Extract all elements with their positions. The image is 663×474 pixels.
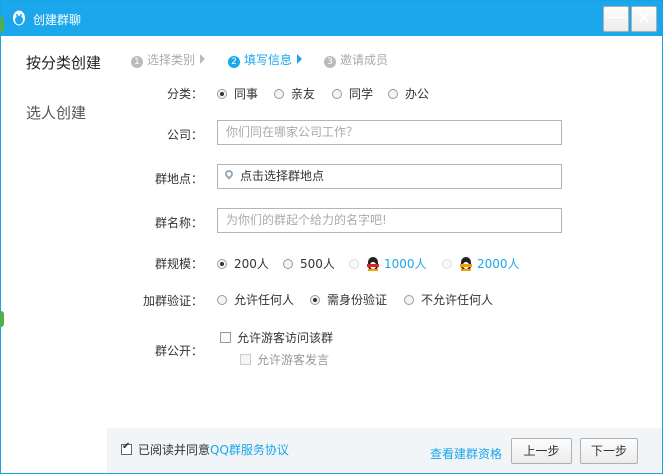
step-1: 1 选择类别 xyxy=(131,51,206,68)
checkbox-icon xyxy=(240,354,251,365)
scale-option-label: 200人 xyxy=(234,257,269,271)
prev-button[interactable]: 上一步 xyxy=(511,438,572,464)
qq-penguin-icon xyxy=(13,10,25,26)
verify-label: 加群验证： xyxy=(142,294,203,308)
allow-visitor-speak-checkbox[interactable]: 允许游客发言 xyxy=(240,351,329,368)
verify-option-label: 不允许任何人 xyxy=(421,293,494,307)
step-indicator-2: 2 填写信息 xyxy=(228,51,303,68)
radio-icon xyxy=(349,258,359,269)
scale-option-label: 500人 xyxy=(300,257,335,271)
group-name-input[interactable]: 为你们的群起个给力的名字吧! xyxy=(217,208,562,233)
radio-icon xyxy=(274,88,284,99)
category-option-label: 同事 xyxy=(234,87,259,101)
category-option-label: 办公 xyxy=(405,87,430,101)
category-option-family[interactable]: 亲友 xyxy=(274,85,315,102)
side-accent-bottom xyxy=(0,311,4,327)
category-option-label: 同学 xyxy=(349,87,374,101)
public-label: 群公开： xyxy=(154,344,203,358)
step-2-label: 填写信息 xyxy=(244,53,293,67)
step-2-number: 2 xyxy=(228,56,240,68)
location-pin-icon xyxy=(223,168,235,180)
step-indicator: 1 选择类别 xyxy=(131,51,206,68)
radio-icon xyxy=(404,294,414,305)
agree-text: 已阅读并同意 xyxy=(138,443,211,457)
step-3: 3 邀请成员 xyxy=(324,51,388,68)
agree-checkbox[interactable]: 已阅读并同意QQ群服务协议 xyxy=(121,441,289,458)
step-1-arrow-icon xyxy=(200,54,206,64)
category-option-colleague[interactable]: 同事 xyxy=(217,85,258,102)
window-title: 创建群聊 xyxy=(33,13,82,27)
step-indicator-3: 3 邀请成员 xyxy=(324,51,388,68)
radio-icon xyxy=(332,88,342,99)
side-accent-top xyxy=(0,17,4,33)
scale-label: 群规模： xyxy=(154,257,203,271)
radio-icon xyxy=(217,88,227,99)
radio-icon xyxy=(388,88,398,99)
step-1-number: 1 xyxy=(131,56,143,68)
location-value: 点击选择群地点 xyxy=(240,169,325,183)
allow-visitors-checkbox[interactable]: 允许游客访问该群 xyxy=(220,329,333,346)
verify-option-none[interactable]: 不允许任何人 xyxy=(404,291,493,308)
step-3-label: 邀请成员 xyxy=(340,53,389,67)
step-2-arrow-icon xyxy=(297,54,303,64)
radio-icon xyxy=(217,294,227,305)
radio-icon xyxy=(217,258,227,269)
verify-option-identity[interactable]: 需身份验证 xyxy=(310,291,387,308)
verify-option-anyone[interactable]: 允许任何人 xyxy=(217,291,294,308)
radio-icon xyxy=(310,294,320,305)
footer-bar: 已阅读并同意QQ群服务协议 查看建群资格 上一步 下一步 xyxy=(107,428,662,473)
create-group-window: 创建群聊 — ✕ 按分类创建 选人创建 1 选择类别 2 填写信息 3 邀请成员 分类… xyxy=(0,0,663,474)
company-label: 公司： xyxy=(166,128,203,142)
svip-penguin-icon xyxy=(459,256,473,271)
scale-option-label: 2000人 xyxy=(477,257,520,271)
category-option-office[interactable]: 办公 xyxy=(388,85,429,102)
verify-option-label: 需身份验证 xyxy=(327,293,388,307)
title-bar[interactable]: 创建群聊 — ✕ xyxy=(1,1,662,36)
company-input[interactable]: 你们同在哪家公司工作？ xyxy=(217,120,562,145)
scale-option-label: 1000人 xyxy=(384,257,427,271)
category-label: 分类： xyxy=(166,87,203,101)
checkbox-icon xyxy=(220,332,231,343)
radio-icon xyxy=(442,258,452,269)
category-option-classmate[interactable]: 同学 xyxy=(332,85,373,102)
checkbox-icon xyxy=(121,441,132,455)
step-2: 2 填写信息 xyxy=(228,51,303,68)
sidebar-item-by-people[interactable]: 选人创建 xyxy=(26,102,86,123)
sidebar: 按分类创建 选人创建 xyxy=(1,36,121,473)
next-button[interactable]: 下一步 xyxy=(580,438,638,464)
verify-option-label: 允许任何人 xyxy=(234,293,295,307)
scale-option-200[interactable]: 200人 xyxy=(217,255,269,272)
qualification-link[interactable]: 查看建群资格 xyxy=(430,445,502,462)
close-button[interactable]: ✕ xyxy=(631,6,657,32)
scale-option-1000[interactable]: 1000人 xyxy=(349,255,427,272)
allow-visitor-speak-label: 允许游客发言 xyxy=(257,353,330,367)
minimize-button[interactable]: — xyxy=(603,6,629,32)
allow-visitors-label: 允许游客访问该群 xyxy=(237,331,334,345)
vip-penguin-icon xyxy=(366,256,380,271)
service-agreement-link[interactable]: QQ群服务协议 xyxy=(210,441,289,458)
scale-option-500[interactable]: 500人 xyxy=(283,255,335,272)
sidebar-item-by-category[interactable]: 按分类创建 xyxy=(26,52,101,73)
location-label: 群地点： xyxy=(154,172,203,186)
step-3-number: 3 xyxy=(324,56,336,68)
step-1-label: 选择类别 xyxy=(147,53,196,67)
scale-option-2000[interactable]: 2000人 xyxy=(442,255,520,272)
group-name-label: 群名称： xyxy=(154,216,203,230)
category-option-label: 亲友 xyxy=(291,87,316,101)
location-picker[interactable]: 点击选择群地点 xyxy=(217,164,562,189)
radio-icon xyxy=(283,258,293,269)
